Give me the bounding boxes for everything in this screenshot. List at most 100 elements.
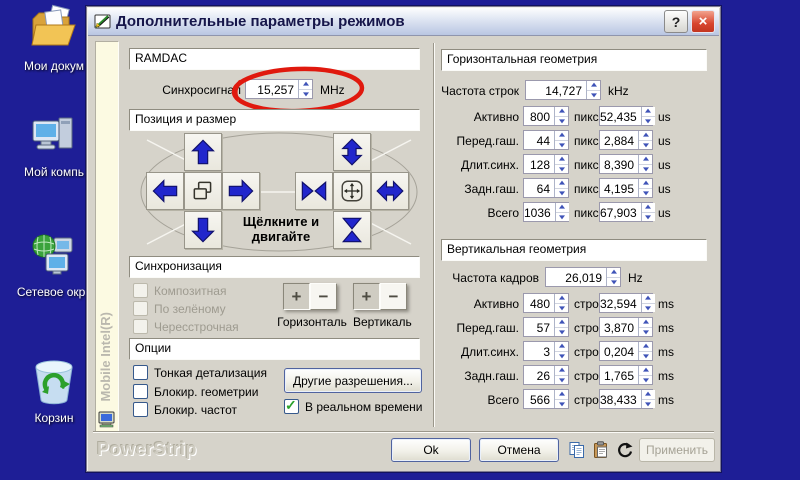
spinner[interactable] (641, 203, 655, 221)
ok-button[interactable]: Ok (391, 438, 471, 462)
spinner[interactable] (638, 179, 652, 197)
h-back-porch-pixels-field[interactable]: 64 (523, 178, 569, 198)
checkbox-box[interactable] (133, 384, 148, 399)
line-frequency-field[interactable]: 14,727 (525, 80, 601, 100)
checkbox-box[interactable] (133, 319, 148, 334)
move-up-button[interactable] (184, 133, 222, 171)
spinner[interactable] (554, 366, 568, 384)
frame-frequency-label: Частота кадров (441, 271, 539, 285)
v-front-porch-time-field[interactable]: 3,870 (599, 317, 653, 337)
checkbox-composite[interactable]: Композитная (133, 283, 226, 298)
vertical-polarity-label: Вертикаль (353, 315, 411, 329)
desktop-icon-label: Сетевое окру (17, 285, 91, 299)
spinner[interactable] (554, 294, 568, 312)
click-and-drag-hint: Щёлкните и двигайте (225, 214, 337, 244)
v-total-time-field[interactable]: 38,433 (599, 389, 653, 409)
spinner[interactable] (606, 268, 620, 286)
plus-button[interactable]: + (353, 283, 380, 310)
sync-signal-spinner[interactable] (298, 80, 312, 98)
v-front-porch-lines-field[interactable]: 57 (523, 317, 569, 337)
spinner[interactable] (554, 155, 568, 173)
spinner[interactable] (638, 342, 652, 360)
h-front-porch-time-field[interactable]: 2,884 (599, 130, 653, 150)
line-frequency-label: Частота строк (441, 84, 519, 98)
powerstrip-app-icon (94, 14, 111, 30)
checkbox-lock-frequencies[interactable]: Блокир. частот (133, 402, 237, 417)
spinner[interactable] (554, 390, 568, 408)
v-active-lines-field[interactable]: 480 (523, 293, 569, 313)
horizontal-polarity-label: Горизонталь (277, 315, 347, 329)
h-total-pixels-field[interactable]: 1036 (523, 202, 569, 222)
spinner[interactable] (554, 107, 568, 125)
minus-button[interactable]: − (380, 283, 407, 310)
close-button[interactable]: × (691, 10, 715, 33)
help-button[interactable]: ? (664, 10, 688, 33)
recycle-bin-icon (27, 352, 81, 408)
spinner[interactable] (554, 342, 568, 360)
cancel-button[interactable]: Отмена (479, 438, 559, 462)
vertical-polarity-buttons: + − (353, 283, 407, 310)
h-sync-width-pixels-field[interactable]: 128 (523, 154, 569, 174)
paste-button[interactable] (591, 440, 611, 460)
line-frequency-unit: kHz (608, 84, 629, 98)
v-back-porch-time-field[interactable]: 1,765 (599, 365, 653, 385)
spinner[interactable] (638, 155, 652, 173)
spinner[interactable] (555, 203, 569, 221)
h-active-time-field[interactable]: 52,435 (599, 106, 653, 126)
v-back-porch-lines-field[interactable]: 26 (523, 365, 569, 385)
checkbox-lock-geometry[interactable]: Блокир. геометрии (133, 384, 258, 399)
refresh-button[interactable] (615, 440, 635, 460)
row-label: Задн.гаш. (441, 182, 519, 196)
shrink-vertical-button[interactable] (333, 211, 371, 249)
checkbox-box[interactable] (133, 365, 148, 380)
spinner[interactable] (586, 81, 600, 99)
stretch-vertical-button[interactable] (333, 133, 371, 171)
checkbox-box[interactable] (133, 283, 148, 298)
move-right-button[interactable] (222, 172, 260, 210)
h-total-time-field[interactable]: 67,903 (599, 202, 653, 222)
dialog-advanced-mode-parameters: Дополнительные параметры режимов ? × Mob… (86, 6, 721, 472)
spinner[interactable] (638, 318, 652, 336)
stretch-horizontal-button[interactable] (371, 172, 409, 210)
minus-button[interactable]: − (310, 283, 337, 310)
h-front-porch-pixels-field[interactable]: 44 (523, 130, 569, 150)
v-active-time-field[interactable]: 32,594 (599, 293, 653, 313)
checkbox-fine-detail[interactable]: Тонкая детализация (133, 365, 267, 380)
spinner[interactable] (554, 131, 568, 149)
checkbox-box[interactable] (133, 402, 148, 417)
frame-frequency-field[interactable]: 26,019 (545, 267, 621, 287)
checkbox-interlaced[interactable]: Чересстрочная (133, 319, 239, 334)
sync-signal-field[interactable]: 15,257 (245, 79, 313, 99)
spinner[interactable] (641, 294, 655, 312)
h-active-pixels-field[interactable]: 800 (523, 106, 569, 126)
spinner[interactable] (638, 366, 652, 384)
shrink-horizontal-button[interactable] (295, 172, 333, 210)
checkbox-sync-on-green[interactable]: По зелёному (133, 301, 226, 316)
h-sync-width-time-field[interactable]: 8,390 (599, 154, 653, 174)
v-sync-width-lines-field[interactable]: 3 (523, 341, 569, 361)
move-left-button[interactable] (146, 172, 184, 210)
plus-button[interactable]: + (283, 283, 310, 310)
spinner[interactable] (638, 131, 652, 149)
other-resolutions-button[interactable]: Другие разрешения... (284, 368, 422, 393)
h-back-porch-time-field[interactable]: 4,195 (599, 178, 653, 198)
spinner[interactable] (641, 107, 655, 125)
restore-windows-icon (190, 178, 216, 204)
horizontal-polarity-buttons: + − (283, 283, 337, 310)
section-header-position-size: Позиция и размер (129, 109, 420, 131)
spinner[interactable] (554, 318, 568, 336)
v-total-lines-field[interactable]: 566 (523, 389, 569, 409)
position-center-button[interactable] (184, 172, 222, 210)
spinner[interactable] (554, 179, 568, 197)
checkbox-realtime[interactable]: В реальном времени (284, 399, 422, 414)
realtime-checkbox-box[interactable] (284, 399, 299, 414)
v-sync-width-time-field[interactable]: 0,204 (599, 341, 653, 361)
title-bar[interactable]: Дополнительные параметры режимов ? × (88, 8, 719, 36)
copy-button[interactable] (567, 440, 587, 460)
checkbox-box[interactable] (133, 301, 148, 316)
move-down-button[interactable] (184, 211, 222, 249)
size-center-button[interactable] (333, 172, 371, 210)
spinner[interactable] (641, 390, 655, 408)
side-brand-strip: Mobile Intel(R) (95, 41, 119, 433)
section-header-options: Опции (129, 338, 420, 360)
